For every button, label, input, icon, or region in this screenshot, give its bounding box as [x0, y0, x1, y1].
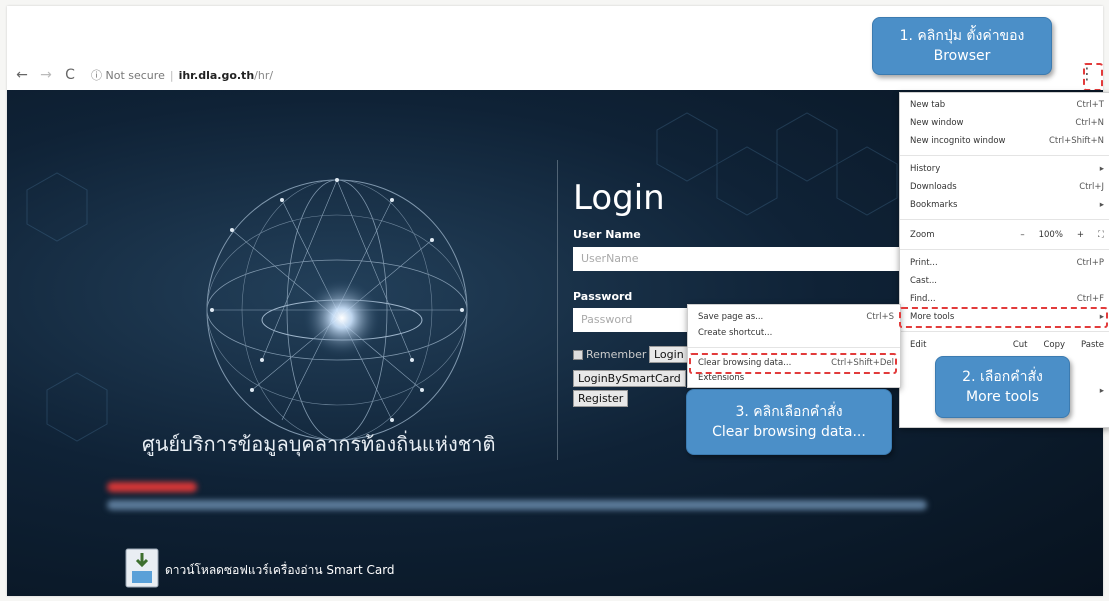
menu-shortcut: Ctrl+Shift+N — [1048, 136, 1104, 146]
reload-icon[interactable]: C — [61, 67, 79, 83]
zoom-in-button[interactable]: + — [1077, 230, 1084, 240]
download-icon[interactable] — [124, 547, 160, 589]
paste-button[interactable]: Paste — [1081, 340, 1104, 350]
submenu-arrow-icon: ▸ — [1099, 386, 1104, 396]
menu-item-new-incognito[interactable]: New incognito window Ctrl+Shift+N — [910, 135, 1104, 147]
step1-text-line1: 1. คลิกปุ่ม ตั้งค่าของ — [899, 28, 1025, 44]
copy-button[interactable]: Copy — [1043, 340, 1065, 350]
menu-separator — [900, 331, 1109, 332]
step2-text-line2: More tools — [966, 389, 1039, 405]
menu-label: Find... — [910, 294, 936, 304]
menu-shortcut: Ctrl+S — [866, 312, 894, 322]
menu-item-downloads[interactable]: Downloads Ctrl+J — [910, 181, 1104, 193]
blurred-notice-text — [107, 500, 927, 510]
submenu-arrow-icon: ▸ — [1099, 164, 1104, 174]
submenu-item-save-page[interactable]: Save page as... Ctrl+S — [698, 311, 894, 323]
menu-separator — [900, 249, 1109, 250]
menu-label: Create shortcut... — [698, 328, 773, 338]
username-label: User Name — [573, 228, 641, 241]
menu-label: Edit — [910, 340, 927, 350]
menu-label: History — [910, 164, 941, 174]
menu-separator — [900, 219, 1109, 220]
menu-item-new-window[interactable]: New window Ctrl+N — [910, 117, 1104, 129]
step1-callout: 1. คลิกปุ่ม ตั้งค่าของ Browser — [872, 17, 1052, 75]
remember-label: Remember — [586, 348, 647, 361]
menu-item-bookmarks[interactable]: Bookmarks ▸ — [910, 199, 1104, 211]
login-smartcard-button[interactable]: LoginBySmartCard — [573, 370, 686, 387]
remember-checkbox[interactable] — [573, 349, 583, 360]
password-label: Password — [573, 290, 633, 303]
menu-item-history[interactable]: History ▸ — [910, 163, 1104, 175]
register-button[interactable]: Register — [573, 390, 629, 407]
menu-label: New incognito window — [910, 136, 1006, 146]
smartcard-download-link[interactable]: ดาวน์โหลดซอฟแวร์เครื่องอ่าน Smart Card — [165, 561, 395, 580]
menu-item-zoom: Zoom – 100% + ⛶ — [910, 229, 1104, 241]
step3-callout: 3. คลิกเลือกคำสั่ง Clear browsing data..… — [686, 389, 892, 455]
site-tagline: ศูนย์บริการข้อมูลบุคลากรท้องถิ่นแห่งชาติ — [142, 432, 496, 456]
menu-item-find[interactable]: Find... Ctrl+F — [910, 293, 1104, 305]
more-tools-submenu: Save page as... Ctrl+S Create shortcut...… — [687, 304, 901, 388]
step3-text-line2: Clear browsing data... — [712, 424, 866, 440]
fullscreen-icon[interactable]: ⛶ — [1098, 230, 1104, 240]
menu-label: Cast... — [910, 276, 938, 286]
url-separator: | — [169, 68, 174, 82]
remember-row: Remember — [573, 348, 646, 361]
menu-item-print[interactable]: Print... Ctrl+P — [910, 257, 1104, 269]
step2-callout: 2. เลือกคำสั่ง More tools — [935, 356, 1070, 418]
clear-browsing-highlight — [689, 353, 897, 374]
menu-item-edit: Edit Cut Copy Paste — [910, 339, 1104, 351]
step1-text-line2: Browser — [933, 48, 991, 64]
menu-label: Extensions — [698, 373, 745, 383]
zoom-level: 100% — [1038, 230, 1063, 240]
submenu-item-create-shortcut[interactable]: Create shortcut... — [698, 327, 894, 339]
blurred-notice-badge — [107, 482, 197, 492]
url-text[interactable]: ihr.dla.go.th/hr/ — [179, 69, 274, 82]
menu-shortcut: Ctrl+J — [1079, 182, 1104, 192]
more-tools-highlight — [899, 307, 1108, 328]
divider-line — [557, 160, 558, 460]
menu-label: New window — [910, 118, 964, 128]
step3-text-line1: 3. คลิกเลือกคำสั่ง — [735, 404, 843, 420]
kebab-highlight — [1083, 63, 1103, 91]
submenu-arrow-icon: ▸ — [1099, 200, 1104, 210]
login-button[interactable]: Login — [649, 346, 689, 363]
menu-label: Bookmarks — [910, 200, 958, 210]
globe-network-image — [206, 178, 468, 441]
menu-item-new-tab[interactable]: New tab Ctrl+T — [910, 99, 1104, 111]
url-host: ihr.dla.go.th — [178, 68, 255, 82]
menu-shortcut: Ctrl+N — [1075, 118, 1104, 128]
menu-separator — [900, 155, 1109, 156]
menu-label: Print... — [910, 258, 938, 268]
menu-label: Downloads — [910, 182, 957, 192]
menu-shortcut: Ctrl+P — [1076, 258, 1104, 268]
cut-button[interactable]: Cut — [1013, 340, 1028, 350]
arrow-left-icon[interactable]: ← — [13, 67, 31, 83]
login-title: Login — [573, 178, 665, 218]
username-input[interactable]: UserName — [573, 247, 913, 271]
zoom-out-button[interactable]: – — [1020, 230, 1024, 240]
menu-label: Zoom — [910, 230, 935, 240]
menu-label: New tab — [910, 100, 946, 110]
menu-label: Save page as... — [698, 312, 764, 322]
menu-shortcut: Ctrl+F — [1076, 294, 1104, 304]
url-path: /hr/ — [254, 68, 274, 82]
menu-separator — [688, 347, 900, 348]
menu-item-cast[interactable]: Cast... — [910, 275, 1104, 287]
arrow-right-icon[interactable]: → — [37, 67, 55, 83]
step2-text-line1: 2. เลือกคำสั่ง — [962, 369, 1043, 385]
menu-shortcut: Ctrl+T — [1076, 100, 1104, 110]
not-secure-indicator[interactable]: ⓘ Not secure — [91, 67, 165, 83]
